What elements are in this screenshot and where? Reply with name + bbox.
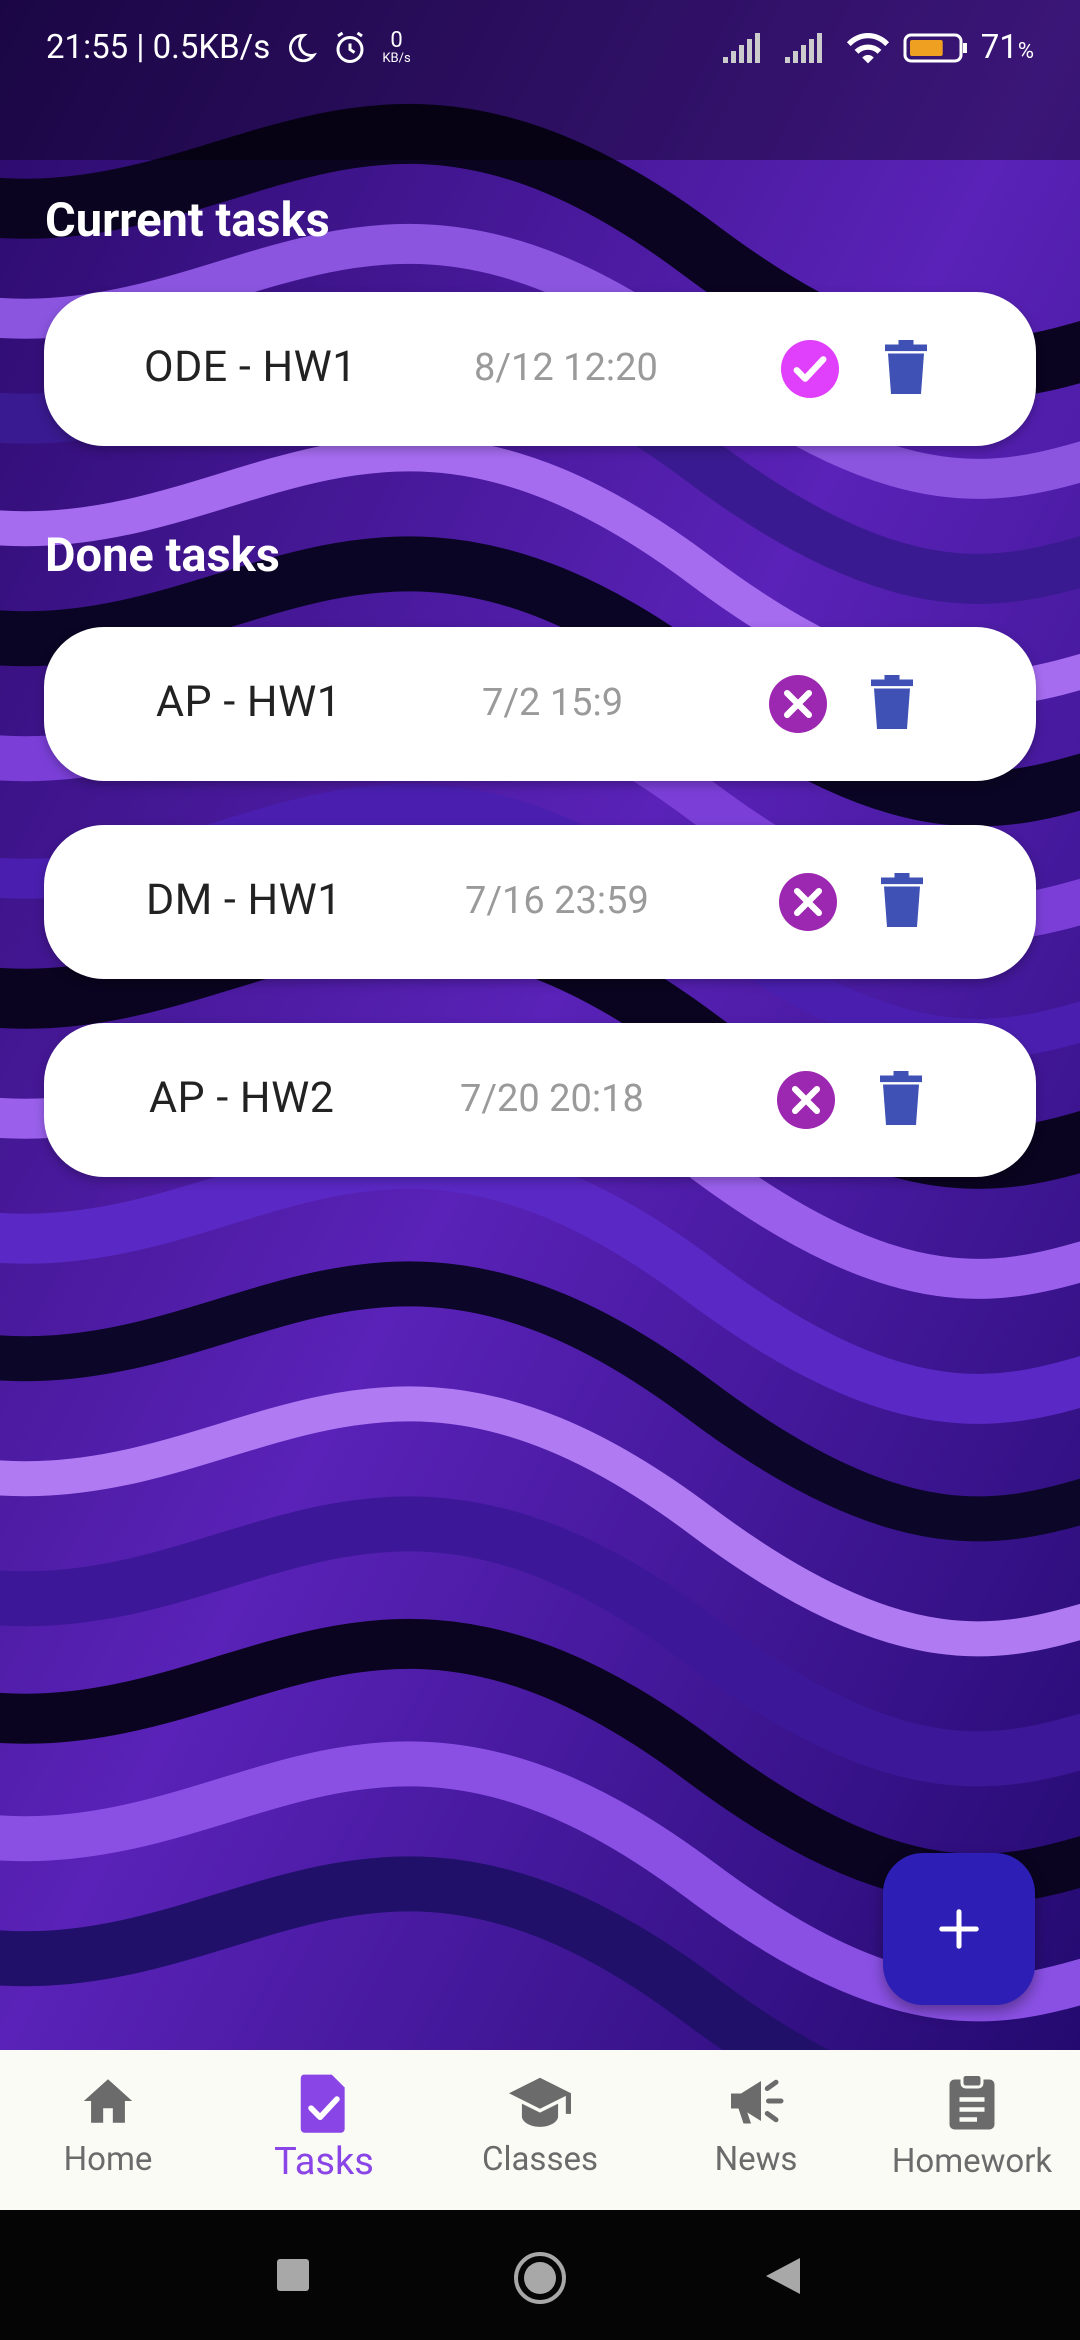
task-date: 7/20 20:18 xyxy=(460,1077,644,1121)
plus-icon xyxy=(939,1909,979,1949)
megaphone-icon xyxy=(731,2079,784,2124)
task-card-current-0[interactable]: ODE - HW1 8/12 12:20 xyxy=(44,292,1036,446)
check-circle-icon[interactable] xyxy=(781,340,839,398)
nav-label-classes: Classes xyxy=(481,2140,599,2179)
nav-item-tasks[interactable]: Tasks xyxy=(216,2050,432,2210)
battery-percent: 71% xyxy=(980,28,1034,67)
trash-icon[interactable] xyxy=(885,340,927,394)
status-time-speed: 21:55 | 0.5KB/s xyxy=(46,28,271,67)
task-card-done-0[interactable]: AP - HW1 7/2 15:9 xyxy=(44,627,1036,781)
trash-icon[interactable] xyxy=(881,873,923,927)
graduation-cap-icon xyxy=(509,2077,571,2127)
task-date: 8/12 12:20 xyxy=(474,346,658,390)
home-circle-icon[interactable] xyxy=(512,2250,568,2306)
task-card-done-2[interactable]: AP - HW2 7/20 20:18 xyxy=(44,1023,1036,1177)
system-navigation-bar xyxy=(0,2210,1080,2340)
close-circle-icon[interactable] xyxy=(777,1071,835,1129)
alarm-icon xyxy=(336,31,364,63)
network-speed: 0 KB/s xyxy=(382,28,411,66)
task-name: AP - HW2 xyxy=(149,1073,335,1123)
signal-icon xyxy=(722,32,760,63)
battery-icon xyxy=(903,33,967,62)
clipboard-icon xyxy=(949,2073,995,2130)
back-triangle-icon[interactable] xyxy=(764,2256,802,2296)
nav-item-news[interactable]: News xyxy=(648,2050,864,2210)
signal-icon-2 xyxy=(784,32,822,63)
wifi-icon xyxy=(846,32,889,63)
task-date: 7/2 15:9 xyxy=(482,681,624,725)
nav-item-homework[interactable]: Homework xyxy=(864,2050,1080,2210)
task-check-icon xyxy=(300,2074,345,2133)
home-icon xyxy=(83,2079,133,2123)
nav-label-home: Home xyxy=(63,2140,153,2179)
close-circle-icon[interactable] xyxy=(779,873,837,931)
add-task-button[interactable] xyxy=(883,1853,1035,2005)
nav-item-home[interactable]: Home xyxy=(0,2050,216,2210)
task-name: DM - HW1 xyxy=(146,875,342,925)
task-name: AP - HW1 xyxy=(156,677,342,727)
nav-label-news: News xyxy=(714,2140,798,2179)
bottom-navigation: Home Tasks Classes News Homework xyxy=(0,2050,1080,2210)
status-bar: 21:55 | 0.5KB/s 0 KB/s 71% xyxy=(0,0,1080,100)
nav-item-classes[interactable]: Classes xyxy=(432,2050,648,2210)
task-name: ODE - HW1 xyxy=(144,342,357,392)
nav-label-homework: Homework xyxy=(891,2142,1053,2181)
trash-icon[interactable] xyxy=(871,675,913,729)
nav-label-tasks: Tasks xyxy=(274,2140,374,2184)
task-card-done-1[interactable]: DM - HW1 7/16 23:59 xyxy=(44,825,1036,979)
recents-square-icon[interactable] xyxy=(276,2258,310,2292)
task-date: 7/16 23:59 xyxy=(465,879,649,923)
moon-icon xyxy=(289,33,318,62)
close-circle-icon[interactable] xyxy=(769,675,827,733)
current-tasks-title: Current tasks xyxy=(45,193,330,248)
trash-icon[interactable] xyxy=(880,1071,922,1125)
done-tasks-title: Done tasks xyxy=(45,528,280,583)
